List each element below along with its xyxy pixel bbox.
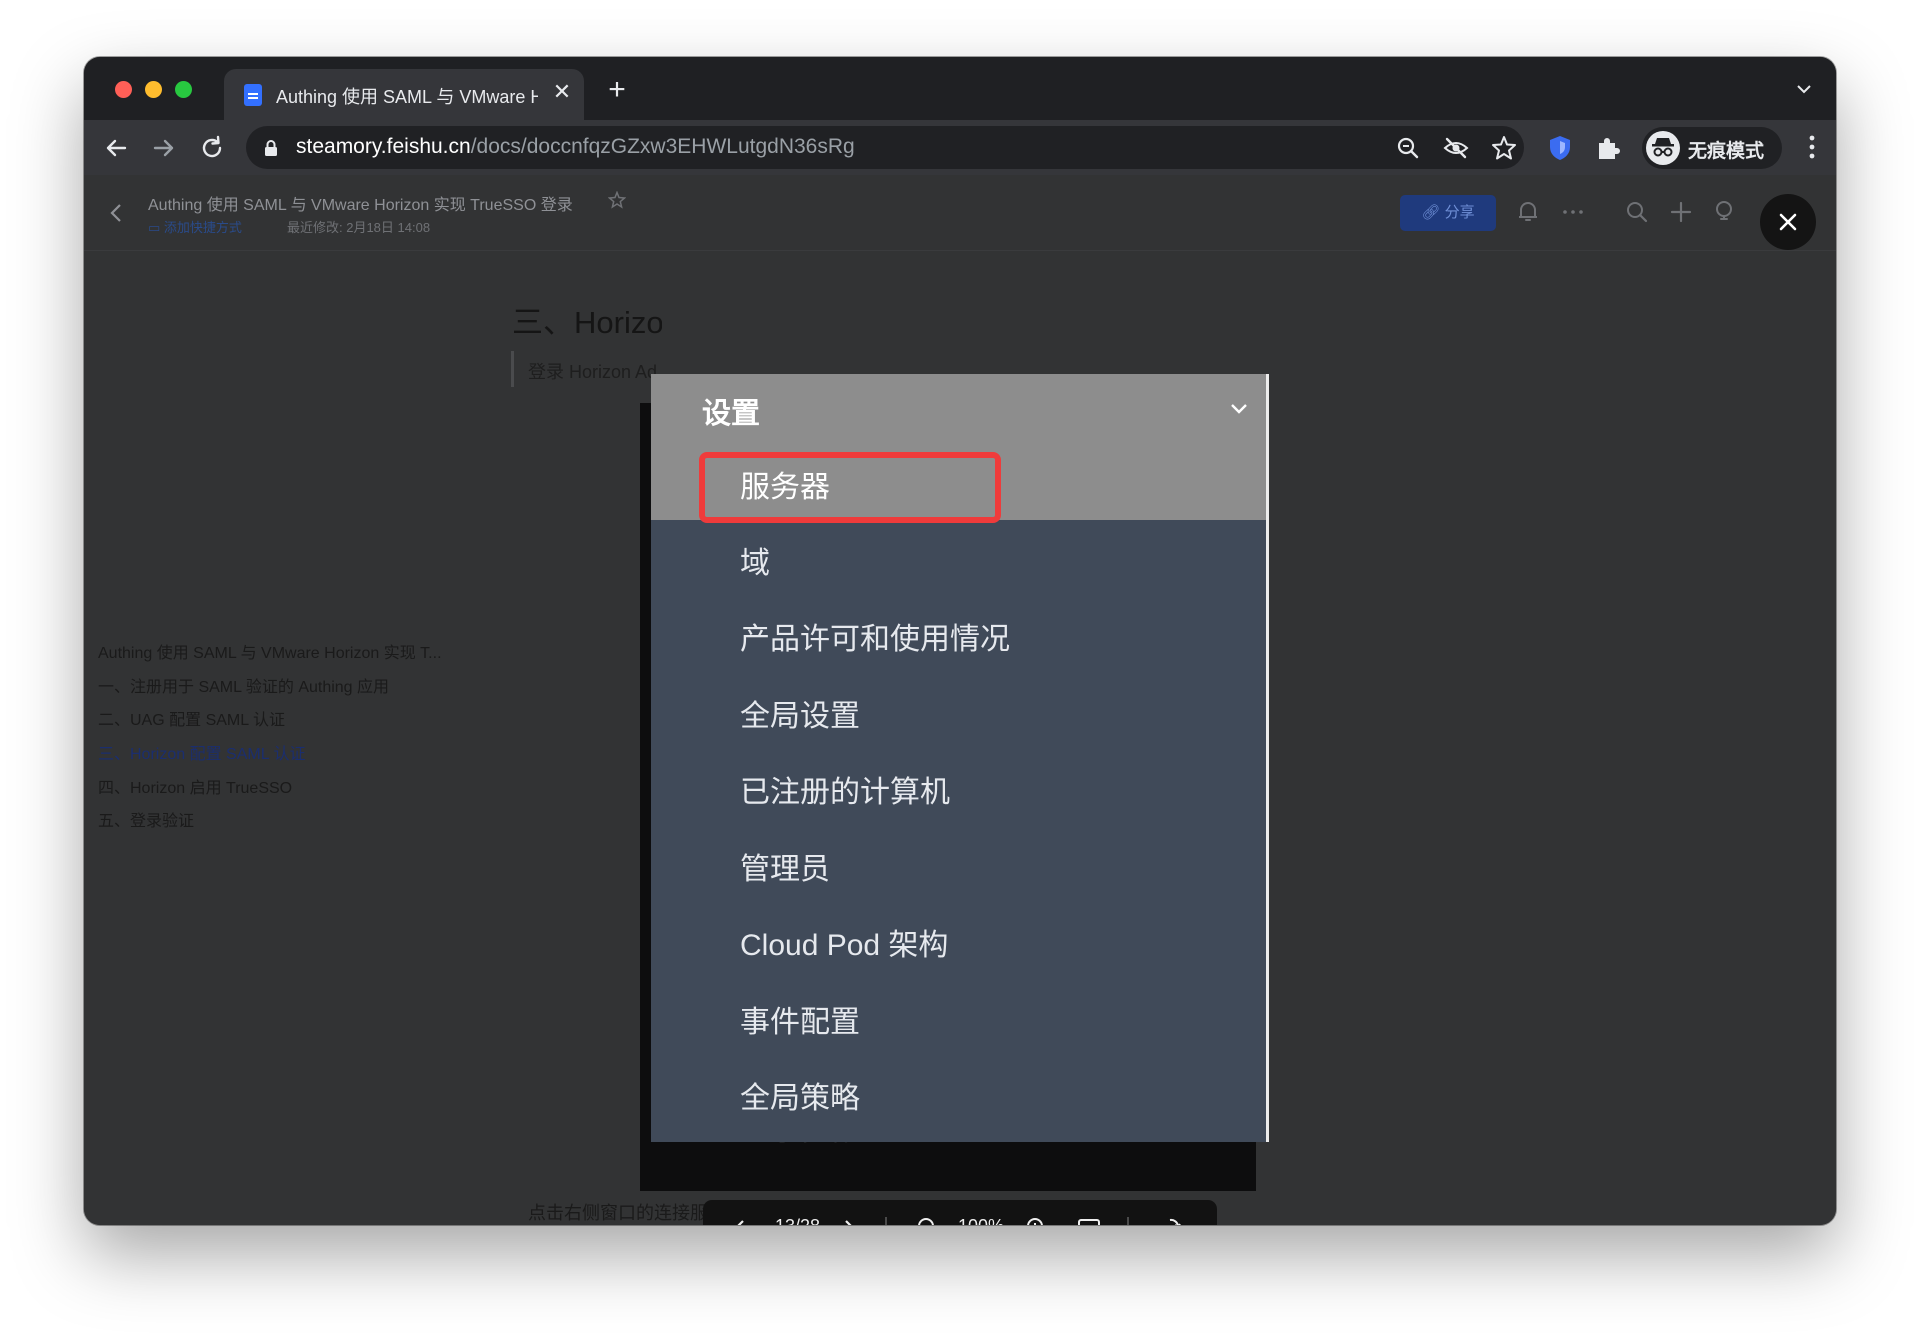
more-options-icon[interactable]: [1560, 199, 1586, 225]
panel-title: 设置: [702, 398, 761, 430]
doc-favicon-icon: [244, 84, 262, 106]
tab-search-chevron-icon[interactable]: [1794, 79, 1814, 99]
doc-title: Authing 使用 SAML 与 VMware Horizon 实现 True…: [148, 197, 573, 214]
page-content: Authing 使用 SAML 与 VMware Horizon 实现 True…: [84, 175, 1836, 1225]
zoom-out-button[interactable]: [915, 1215, 941, 1225]
add-shortcut-link[interactable]: ▭ 添加快捷方式: [148, 217, 242, 236]
incognito-profile-button[interactable]: 无痕模式: [1642, 127, 1782, 169]
chevron-down-icon: [1227, 396, 1251, 420]
actual-size-button[interactable]: [1076, 1215, 1102, 1225]
forward-button[interactable]: [148, 132, 180, 164]
close-window-button[interactable]: [115, 81, 132, 98]
folder-icon: ▭: [148, 220, 164, 235]
zoom-in-button[interactable]: [1024, 1215, 1050, 1225]
minimize-window-button[interactable]: [145, 81, 162, 98]
url-path: /docs/doccnfqzGZxw3EHWLutgdN36sRg: [470, 135, 855, 158]
plus-icon[interactable]: [1668, 199, 1694, 225]
browser-window: Authing 使用 SAML 与 VMware Horizon 实现 True…: [84, 57, 1836, 1225]
image-viewer-toolbar: 13/28 100%: [703, 1200, 1217, 1225]
reload-button[interactable]: [196, 132, 228, 164]
settings-item-administrators: 管理员: [740, 853, 830, 886]
outline-item[interactable]: 四、Horizon 启用 TrueSSO: [98, 774, 292, 798]
lightbulb-icon[interactable]: [1711, 199, 1737, 225]
search-icon[interactable]: [1624, 199, 1650, 225]
quote-text: 登录 Horizon Administrator: [528, 362, 658, 382]
back-button[interactable]: [100, 132, 132, 164]
browser-toolbar: steamory.feishu.cn/docs/doccnfqzGZxw3EHW…: [84, 120, 1836, 175]
tab-title: Authing 使用 SAML 与 VMware Horizon 实现 True…: [276, 87, 538, 107]
new-tab-button[interactable]: +: [602, 75, 632, 105]
url-host: steamory.feishu.cn: [296, 135, 471, 158]
settings-item-cloud-pod: Cloud Pod 架构: [740, 929, 949, 962]
settings-panel-image: 设置 服务器 域 产品许可和使用情况 全局设置 已注册的计算机 管理员 Clou…: [651, 374, 1269, 1142]
puzzle-icon[interactable]: [1593, 133, 1623, 163]
profile-label: 无痕模式: [1688, 141, 1765, 162]
settings-item-event-config: 事件配置: [740, 1006, 860, 1039]
browser-menu-icon[interactable]: [1808, 134, 1816, 160]
rotate-button[interactable]: [1157, 1215, 1183, 1225]
outline-item[interactable]: 二、UAG 配置 SAML 认证: [98, 706, 285, 730]
url-text: steamory.feishu.cn/docs/doccnfqzGZxw3EHW…: [296, 135, 855, 159]
share-button[interactable]: 🔗︎ 分享: [1400, 195, 1496, 231]
incognito-icon: [1646, 131, 1680, 165]
zoom-level: 100%: [958, 1216, 1004, 1225]
next-page-button[interactable]: [836, 1215, 862, 1225]
close-viewer-button[interactable]: [1760, 194, 1816, 250]
outline-item[interactable]: 五、登录验证: [98, 807, 194, 831]
outline-item[interactable]: Authing 使用 SAML 与 VMware Horizon 实现 T...: [98, 639, 442, 663]
settings-item-global-policies: 全局策略: [740, 1082, 860, 1115]
lock-icon[interactable]: [264, 139, 278, 157]
settings-item-registered-machines: 已注册的计算机: [740, 776, 950, 809]
link-icon: 🔗︎: [1421, 204, 1445, 221]
chevron-left-icon[interactable]: [106, 199, 126, 227]
eye-off-icon[interactable]: [1442, 134, 1470, 162]
settings-item-domains: 域: [740, 547, 770, 580]
outline-item[interactable]: 一、注册用于 SAML 验证的 Authing 应用: [98, 673, 389, 697]
red-highlight-box: [699, 452, 1001, 523]
settings-item-licensing: 产品许可和使用情况: [740, 623, 1010, 656]
separator: [1127, 1217, 1129, 1225]
tab-bar: Authing 使用 SAML 与 VMware Horizon 实现 True…: [84, 57, 1836, 120]
tab-close-button[interactable]: ✕: [549, 79, 575, 105]
page-indicator: 13/28: [775, 1216, 820, 1225]
quote-bar: [511, 351, 514, 387]
share-label: 分享: [1444, 204, 1475, 221]
magnifier-icon[interactable]: [1394, 134, 1422, 162]
outline-item-active[interactable]: 三、Horizon 配置 SAML 认证: [98, 740, 305, 764]
address-bar[interactable]: steamory.feishu.cn/docs/doccnfqzGZxw3EHW…: [246, 126, 1524, 169]
maximize-window-button[interactable]: [175, 81, 192, 98]
last-modified: 最近修改: 2月18日 14:08: [287, 220, 431, 235]
prev-page-button[interactable]: [727, 1215, 753, 1225]
add-shortcut-label: 添加快捷方式: [163, 220, 242, 235]
doc-header: Authing 使用 SAML 与 VMware Horizon 实现 True…: [84, 175, 1836, 251]
settings-item-global-settings: 全局设置: [740, 700, 860, 733]
favorite-star-icon[interactable]: [608, 191, 626, 209]
separator: [885, 1217, 887, 1225]
bell-icon[interactable]: [1515, 199, 1541, 225]
section-heading: 三、Horizon 配置 SAML 认证: [512, 305, 662, 340]
star-icon[interactable]: [1490, 134, 1518, 162]
shield-icon[interactable]: [1545, 133, 1575, 163]
active-tab[interactable]: Authing 使用 SAML 与 VMware Horizon 实现 True…: [224, 69, 584, 120]
